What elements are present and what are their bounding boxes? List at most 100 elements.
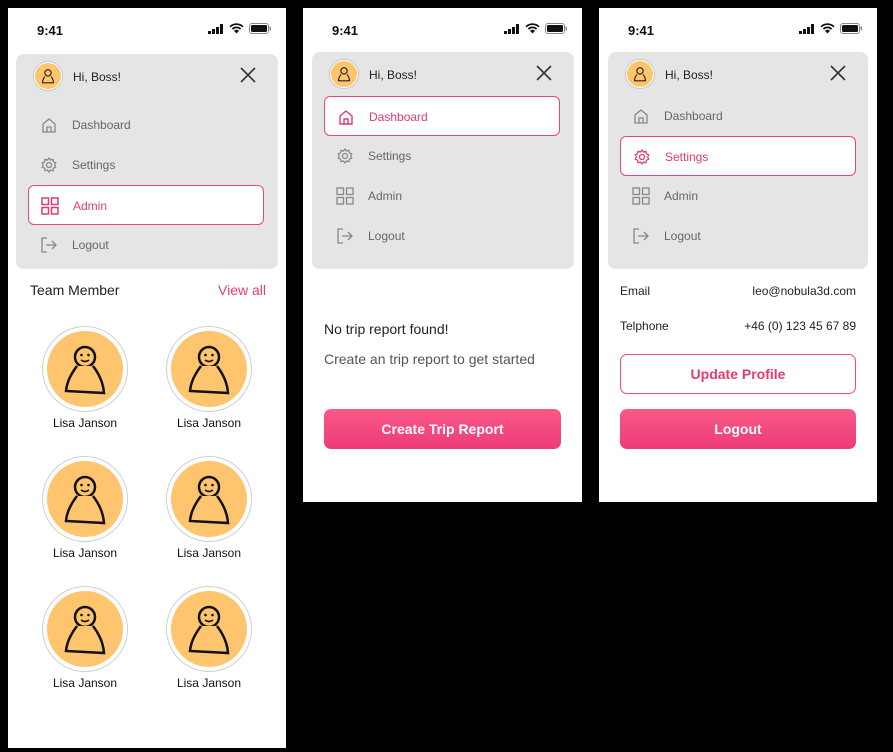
- member-name: Lisa Janson: [52, 546, 118, 560]
- battery-icon: [840, 23, 863, 34]
- person-illustration-icon: [64, 605, 106, 655]
- signal-icon: [504, 23, 520, 34]
- grid-icon: [41, 197, 59, 215]
- menu-item-admin[interactable]: Admin: [28, 185, 264, 225]
- menu-item-settings[interactable]: Settings: [28, 145, 264, 185]
- empty-state-subtitle: Create an trip report to get started: [324, 351, 535, 367]
- wifi-icon: [229, 23, 244, 34]
- update-profile-button[interactable]: Update Profile: [620, 354, 856, 394]
- menu-item-label: Dashboard: [72, 118, 131, 132]
- team-member-card[interactable]: Lisa Janson: [156, 456, 256, 566]
- signal-icon: [208, 23, 224, 34]
- menu-item-label: Admin: [368, 189, 403, 203]
- greeting-text: Hi, Boss!: [73, 70, 122, 84]
- screen-settings: 9:41 Hi, Boss! Dashboard Settings Admin: [599, 8, 877, 502]
- side-menu: Hi, Boss! Dashboard Settings Admin Logou…: [608, 52, 868, 269]
- person-illustration-icon: [64, 345, 106, 395]
- grid-icon: [632, 187, 650, 205]
- empty-state-title: No trip report found!: [324, 321, 449, 337]
- menu-item-settings[interactable]: Settings: [620, 136, 856, 176]
- wifi-icon: [820, 23, 835, 34]
- screen-admin: 9:41 Hi, Boss! Dashboard Settings Admin: [8, 8, 286, 748]
- wifi-icon: [525, 23, 540, 34]
- menu-item-label: Settings: [665, 150, 709, 164]
- avatar[interactable]: [329, 59, 359, 89]
- menu-item-label: Logout: [664, 229, 701, 243]
- status-time: 9:41: [628, 23, 655, 38]
- menu-item-label: Settings: [72, 158, 116, 172]
- gear-icon: [633, 148, 651, 166]
- menu-item-label: Dashboard: [664, 109, 723, 123]
- team-member-card[interactable]: Lisa Janson: [32, 326, 132, 436]
- menu-item-settings[interactable]: Settings: [324, 136, 560, 176]
- avatar[interactable]: [625, 59, 655, 89]
- gear-icon: [40, 156, 58, 174]
- team-member-card[interactable]: Lisa Janson: [32, 586, 132, 696]
- team-member-card[interactable]: Lisa Janson: [156, 586, 256, 696]
- close-icon[interactable]: [238, 65, 258, 85]
- member-name: Lisa Janson: [176, 546, 242, 560]
- team-member-card[interactable]: Lisa Janson: [32, 456, 132, 566]
- greeting-text: Hi, Boss!: [369, 68, 418, 82]
- side-menu: Hi, Boss! Dashboard Settings Admin Logou…: [16, 54, 278, 269]
- person-icon: [41, 69, 55, 84]
- status-bar: 9:41: [303, 8, 582, 52]
- status-time: 9:41: [37, 23, 64, 38]
- home-icon: [632, 107, 650, 125]
- gear-icon: [336, 147, 354, 165]
- avatar[interactable]: [33, 61, 63, 91]
- side-menu: Hi, Boss! Dashboard Settings Admin Logou…: [312, 52, 574, 269]
- battery-icon: [545, 23, 568, 34]
- menu-item-dashboard[interactable]: Dashboard: [28, 105, 264, 145]
- menu-item-label: Logout: [72, 238, 109, 252]
- email-value: leo@nobula3d.com: [752, 284, 856, 298]
- status-bar: 9:41: [8, 8, 286, 52]
- logout-icon: [40, 236, 58, 254]
- close-icon[interactable]: [534, 63, 554, 83]
- team-title: Team Member: [30, 282, 120, 298]
- menu-item-label: Dashboard: [369, 110, 428, 124]
- signal-icon: [799, 23, 815, 34]
- email-row: Email leo@nobula3d.com: [620, 282, 856, 302]
- menu-item-dashboard[interactable]: Dashboard: [620, 96, 856, 136]
- person-illustration-icon: [188, 605, 230, 655]
- logout-icon: [336, 227, 354, 245]
- person-illustration-icon: [188, 475, 230, 525]
- member-name: Lisa Janson: [52, 416, 118, 430]
- screen-dashboard: 9:41 Hi, Boss! Dashboard Settings Admin: [303, 8, 582, 502]
- email-label: Email: [620, 284, 651, 298]
- greeting-text: Hi, Boss!: [665, 68, 714, 82]
- logout-icon: [632, 227, 650, 245]
- person-icon: [337, 67, 351, 82]
- phone-row: Telphone +46 (0) 123 45 67 89: [620, 317, 856, 337]
- person-illustration-icon: [188, 345, 230, 395]
- menu-item-dashboard[interactable]: Dashboard: [324, 96, 560, 136]
- member-name: Lisa Janson: [176, 676, 242, 690]
- status-bar: 9:41: [599, 8, 877, 52]
- menu-item-label: Admin: [664, 189, 699, 203]
- logout-button[interactable]: Logout: [620, 409, 856, 449]
- phone-label: Telphone: [620, 319, 669, 333]
- person-icon: [633, 67, 647, 82]
- menu-item-logout[interactable]: Logout: [324, 216, 560, 256]
- menu-item-logout[interactable]: Logout: [620, 216, 856, 256]
- menu-item-label: Settings: [368, 149, 412, 163]
- status-time: 9:41: [332, 23, 359, 38]
- close-icon[interactable]: [828, 63, 848, 83]
- grid-icon: [336, 187, 354, 205]
- battery-icon: [249, 23, 272, 34]
- menu-item-label: Admin: [73, 199, 108, 213]
- menu-item-admin[interactable]: Admin: [324, 176, 560, 216]
- phone-value: +46 (0) 123 45 67 89: [744, 319, 856, 333]
- menu-item-label: Logout: [368, 229, 405, 243]
- home-icon: [40, 116, 58, 134]
- view-all-link[interactable]: View all: [218, 282, 266, 298]
- menu-item-admin[interactable]: Admin: [620, 176, 856, 216]
- member-name: Lisa Janson: [176, 416, 242, 430]
- member-name: Lisa Janson: [52, 676, 118, 690]
- person-illustration-icon: [64, 475, 106, 525]
- menu-item-logout[interactable]: Logout: [28, 225, 264, 265]
- team-member-card[interactable]: Lisa Janson: [156, 326, 256, 436]
- home-icon: [337, 108, 355, 126]
- create-trip-report-button[interactable]: Create Trip Report: [324, 409, 561, 449]
